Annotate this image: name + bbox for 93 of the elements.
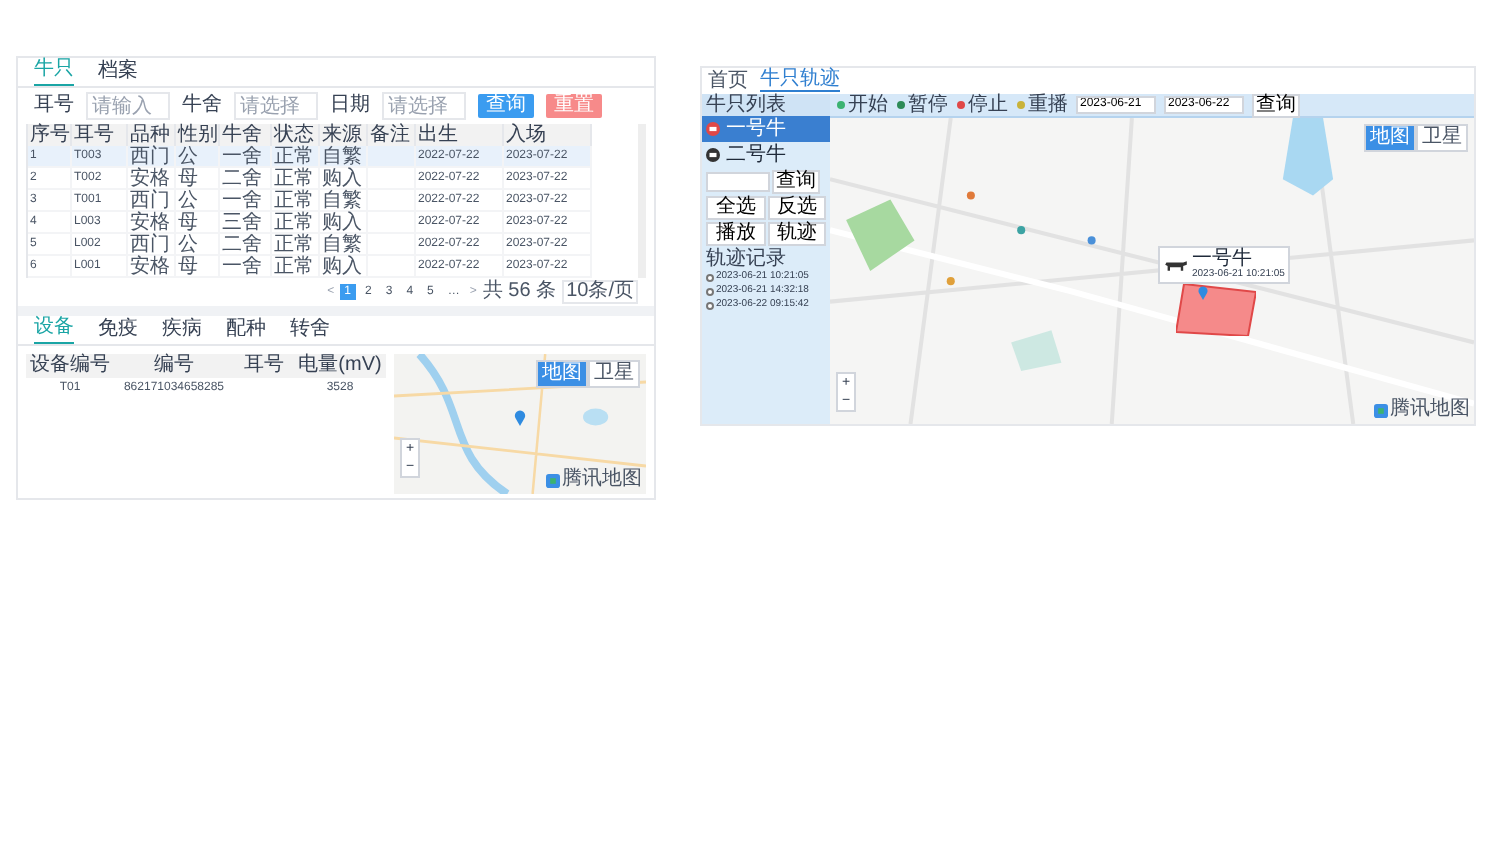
breadcrumb-tab[interactable]: 首页 [708,71,748,91]
table-cell: 一舍 [220,190,272,212]
input-field[interactable]: 请选择 [234,92,318,120]
column-header[interactable]: 出生 [416,124,504,146]
table-cell: 自繁 [320,146,368,168]
record-checkbox[interactable] [706,287,714,295]
column-header[interactable]: 来源 [320,124,368,146]
table-cell: 正常 [272,168,320,190]
column-header[interactable]: 入场 [504,124,592,146]
table-cell: 安格 [128,256,176,278]
status-icon [836,100,846,110]
table-cell: 一舍 [220,146,272,168]
status-icon [1016,100,1026,110]
table-cell: 正常 [272,256,320,278]
table-cell: 公 [176,146,220,168]
tab[interactable]: 疾病 [162,320,202,344]
table-cell: 正常 [272,234,320,256]
table-cell: 安格 [128,212,176,234]
table-cell: 公 [176,190,220,212]
search-button[interactable]: 查询 [1252,93,1300,117]
input-field[interactable]: 请输入 [86,92,170,120]
table-cell: 正常 [272,146,320,168]
cattle-list-item[interactable]: 一号牛 [702,116,830,142]
table-cell: 西门 [128,146,176,168]
action-button[interactable]: 反选 [767,196,826,220]
action-button[interactable]: 轨迹 [767,222,826,246]
tab[interactable]: 转舍 [290,320,330,344]
records-title: 轨迹记录 [704,248,788,270]
page-size-select[interactable]: 10条/页 [562,280,638,304]
filter-label: 日期 [330,96,370,116]
fence-area-shape [1176,284,1256,336]
location-pin-icon [514,410,526,426]
map-logo-text: 腾讯地图 [562,470,642,490]
column-header[interactable]: 耳号 [234,354,294,378]
table-cell: 母 [176,168,220,190]
table-cell: 一舍 [220,256,272,278]
toolbar-button[interactable]: 暂停 [896,95,948,115]
column-header[interactable]: 编号 [114,354,234,378]
table-cell: 安格 [128,168,176,190]
table-cell: 二舍 [220,234,272,256]
table-cell: 自繁 [320,234,368,256]
action-button[interactable]: 播放 [706,222,765,246]
column-header[interactable]: 状态 [272,124,320,146]
table-cell: 公 [176,234,220,256]
cattle-list-item[interactable]: 二号牛 [702,142,830,168]
table-cell: 正常 [272,212,320,234]
table-cell: 母 [176,256,220,278]
location-pin-icon [1198,286,1208,300]
table-cell: 自繁 [320,190,368,212]
table-cell: 三舍 [220,212,272,234]
table-cell: 购入 [320,168,368,190]
table-cell: 西门 [128,234,176,256]
action-button[interactable]: 全选 [706,196,765,220]
record-checkbox[interactable] [706,273,714,281]
table-cell: 母 [176,212,220,234]
map-mode-tab[interactable]: 卫星 [1416,124,1468,152]
tab[interactable]: 配种 [226,320,266,344]
cattle-avatar-icon [706,122,720,136]
table-cell: 西门 [128,190,176,212]
column-header[interactable]: 性别 [176,124,220,146]
table-cell: 购入 [320,212,368,234]
search-field[interactable] [706,172,770,192]
column-header[interactable]: 备注 [368,124,416,146]
input-field[interactable]: 请选择 [382,92,466,120]
table-cell: 二舍 [220,168,272,190]
column-header[interactable]: 序号 [28,124,72,146]
cow-icon [1164,259,1188,271]
map-mode-tab[interactable]: 卫星 [588,360,640,388]
status-icon [956,100,966,110]
search-button[interactable]: 查询 [772,170,820,194]
column-header[interactable]: 牛舍 [220,124,272,146]
filter-label: 牛舍 [182,96,222,116]
map-logo-text: 腾讯地图 [1390,400,1470,420]
toolbar-button[interactable]: 开始 [836,95,888,115]
popup-name: 一号牛 [1192,250,1252,270]
table-cell: 正常 [272,190,320,212]
cattle-avatar-icon [706,148,720,162]
column-header[interactable]: 设备编号 [26,354,114,378]
tab[interactable]: 档案 [98,62,138,86]
sidebar-title: 牛只列表 [702,94,830,116]
column-header[interactable]: 品种 [128,124,176,146]
column-header[interactable]: 电量(mV) [294,354,386,378]
table-cell [368,146,416,168]
record-checkbox[interactable] [706,301,714,309]
filter-label: 耳号 [34,96,74,116]
tab[interactable]: 免疫 [98,320,138,344]
total-count: 共 56 条 [482,282,557,302]
breadcrumb-tab[interactable]: 牛只轨迹 [760,70,840,92]
toolbar-button[interactable]: 停止 [956,95,1008,115]
table-cell: 购入 [320,256,368,278]
toolbar-button[interactable]: 重播 [1016,95,1068,115]
status-icon [896,100,906,110]
column-header[interactable]: 耳号 [72,124,128,146]
